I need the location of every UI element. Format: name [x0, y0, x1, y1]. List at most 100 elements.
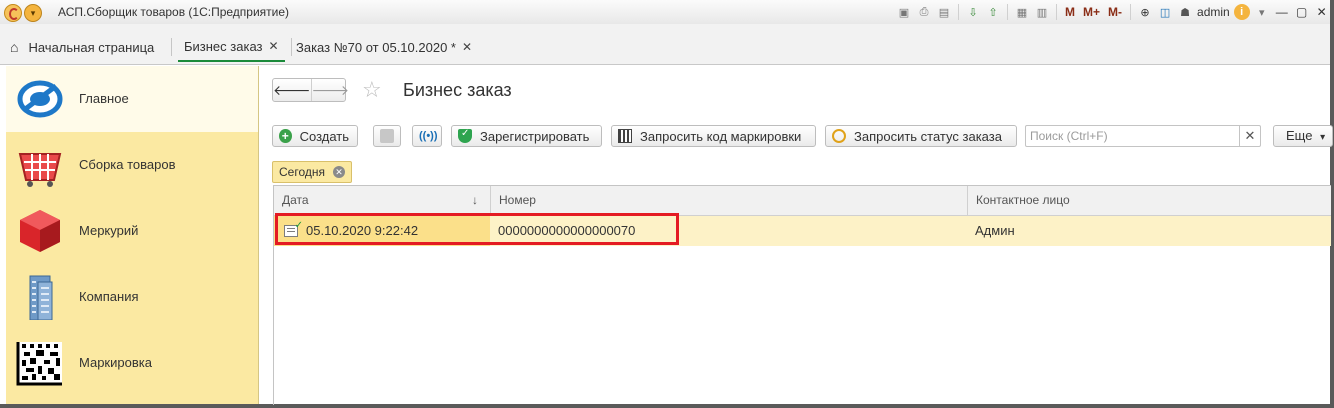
back-button[interactable]: 🡐: [273, 79, 311, 101]
sidebar-item-company[interactable]: Компания: [6, 264, 258, 330]
request-order-status-button[interactable]: Запросить статус заказа: [825, 125, 1017, 147]
building-icon: [29, 275, 53, 320]
more-button[interactable]: Еще ▾: [1273, 125, 1333, 147]
globe-icon: [17, 80, 63, 118]
tab-divider: [291, 38, 292, 56]
preview-icon[interactable]: ▤: [936, 4, 952, 20]
tab-home[interactable]: ⌂ Начальная страница: [10, 32, 154, 62]
sidebar-item-label: Сборка товаров: [79, 157, 176, 172]
download-icon[interactable]: ⇩: [965, 4, 981, 20]
plus-icon: +: [279, 129, 292, 143]
separator: [1056, 4, 1057, 20]
forward-button[interactable]: 🡒: [310, 79, 349, 101]
home-icon: ⌂: [10, 39, 19, 55]
shield-icon: [458, 128, 472, 143]
create-button-label: Создать: [299, 128, 349, 144]
request-status-label: Запросить статус заказа: [854, 128, 1002, 144]
maximize-button[interactable]: ▢: [1294, 4, 1310, 20]
column-header-contact[interactable]: Контактное лицо: [967, 186, 1331, 215]
print-icon[interactable]: ⎙: [916, 4, 932, 20]
sidebar-item-label: Меркурий: [79, 223, 139, 238]
column-header-number[interactable]: Номер: [490, 186, 967, 215]
sidebar-item-mercury[interactable]: Меркурий: [6, 198, 258, 264]
search-input[interactable]: [1026, 126, 1240, 146]
sidebar-item-label: Главное: [79, 91, 129, 106]
title-toolbar: ▣ ⎙ ▤ ⇩ ⇧ ▦ ▥ M M+ M- ⊕ ◫ ☗ admin i ▾ — …: [896, 3, 1330, 21]
basket-icon: [18, 153, 62, 187]
tab-label: Заказ №70 от 05.10.2020 *: [296, 39, 456, 55]
filter-chip-today[interactable]: Сегодня ✕: [272, 161, 352, 183]
main-menu-button[interactable]: ▾: [24, 4, 42, 22]
close-icon[interactable]: ✕: [268, 39, 278, 53]
favorite-star-icon[interactable]: ☆: [362, 78, 382, 102]
save-icon[interactable]: ▣: [896, 4, 912, 20]
cell-date[interactable]: 05.10.2020 9:22:42: [274, 211, 490, 246]
calculator-icon[interactable]: ▦: [1014, 4, 1030, 20]
navigation-buttons: 🡐 🡒: [272, 78, 349, 102]
more-button-label: Еще: [1286, 128, 1313, 143]
filter-chip-label: Сегодня: [279, 165, 325, 179]
column-label: Контактное лицо: [976, 193, 1070, 207]
request-marking-code-button[interactable]: Запросить код маркировки: [611, 125, 816, 147]
cell-number[interactable]: 0000000000000000070: [490, 216, 967, 246]
column-label: Номер: [499, 193, 536, 207]
datamatrix-icon: [16, 342, 62, 386]
panels-icon[interactable]: ◫: [1157, 4, 1173, 20]
tab-business-order[interactable]: Бизнес заказ ✕: [178, 32, 285, 62]
register-button-label: Зарегистрировать: [480, 128, 590, 144]
upload-icon[interactable]: ⇧: [985, 4, 1001, 20]
app-window: ▾ АСП.Сборщик товаров (1С:Предприятие) ▣…: [0, 0, 1334, 408]
cube-icon: [20, 210, 60, 252]
column-label: Дата: [282, 193, 309, 207]
separator: [1130, 4, 1132, 20]
chevron-down-icon: ▾: [1320, 132, 1326, 143]
register-button[interactable]: Зарегистрировать: [451, 125, 602, 147]
remove-filter-icon[interactable]: ✕: [333, 166, 345, 178]
separator: [1007, 4, 1008, 20]
chevron-down-icon[interactable]: ▾: [1254, 4, 1270, 20]
document-icon: [380, 129, 394, 143]
calendar-icon[interactable]: ▥: [1034, 4, 1050, 20]
table-row[interactable]: 05.10.2020 9:22:42 0000000000000000070 А…: [274, 211, 1331, 246]
separator: [958, 4, 959, 20]
zoom-icon[interactable]: ⊕: [1137, 4, 1153, 20]
user-name[interactable]: admin: [1197, 5, 1230, 19]
tabs-bar: ⌂ Начальная страница Бизнес заказ ✕ Зака…: [0, 24, 1330, 65]
cell-contact[interactable]: Админ: [967, 216, 1331, 246]
exchange-button[interactable]: ((•)): [412, 125, 442, 147]
create-button[interactable]: + Создать: [272, 125, 358, 147]
close-button[interactable]: ✕: [1314, 4, 1330, 20]
form-area: 🡐 🡒 ☆ Бизнес заказ + Создать ((•)) Зарег…: [260, 66, 1333, 405]
memory-minus-button[interactable]: M-: [1106, 4, 1124, 20]
sort-descending-icon: ↓: [472, 193, 478, 207]
sidebar-item-label: Компания: [79, 289, 139, 304]
tab-order-70[interactable]: Заказ №70 от 05.10.2020 * ✕: [296, 32, 472, 62]
minimize-button[interactable]: —: [1274, 4, 1290, 20]
clear-search-icon[interactable]: ✕: [1239, 126, 1260, 146]
sections-panel: Главное Сборка товаров Меркурий Компания…: [6, 66, 259, 404]
info-icon[interactable]: i: [1233, 4, 1250, 20]
memory-plus-button[interactable]: M+: [1081, 4, 1102, 20]
copy-button[interactable]: [373, 125, 401, 147]
sidebar-item-marking[interactable]: Маркировка: [6, 330, 258, 396]
posted-document-icon: [284, 211, 303, 241]
request-marking-label: Запросить код маркировки: [640, 128, 802, 144]
refresh-icon: [832, 129, 846, 143]
tab-home-label: Начальная страница: [28, 39, 155, 55]
1c-logo-icon: [4, 4, 22, 22]
sidebar-item-assembly[interactable]: Сборка товаров: [6, 132, 258, 198]
qr-code-icon: [618, 129, 632, 143]
user-icon: ☗: [1180, 6, 1190, 19]
table-header: Дата ↓ Номер Контактное лицо: [274, 186, 1331, 216]
sidebar-item-label: Маркировка: [79, 355, 152, 370]
cell-date-value: 05.10.2020 9:22:42: [306, 223, 419, 238]
signal-icon: ((•)): [419, 130, 438, 142]
window-title: АСП.Сборщик товаров (1С:Предприятие): [58, 5, 290, 19]
memory-m-button[interactable]: M: [1063, 4, 1077, 20]
title-bar: ▾ АСП.Сборщик товаров (1С:Предприятие) ▣…: [0, 0, 1330, 25]
sidebar-item-main[interactable]: Главное: [6, 66, 258, 132]
column-header-date[interactable]: Дата ↓: [274, 186, 490, 215]
close-icon[interactable]: ✕: [462, 40, 472, 54]
tab-label: Бизнес заказ: [184, 38, 263, 54]
page-title: Бизнес заказ: [403, 80, 512, 100]
